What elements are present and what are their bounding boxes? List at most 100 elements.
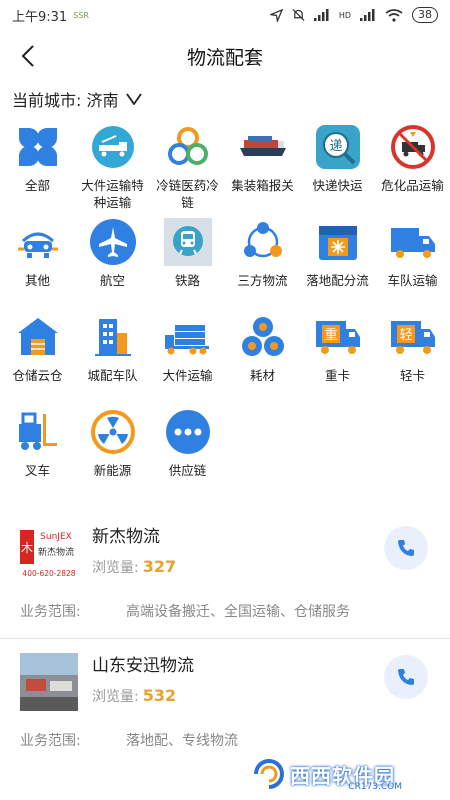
company-photo: [20, 653, 78, 711]
category-container[interactable]: 集装箱报关: [225, 120, 300, 215]
nav-bar: 物流配套: [0, 30, 450, 82]
call-button[interactable]: [384, 655, 428, 699]
more-dots-icon: [165, 410, 210, 454]
svg-text:轻: 轻: [399, 328, 412, 343]
category-heavy-truck[interactable]: 重 重卡: [300, 310, 375, 405]
category-light-truck[interactable]: 轻 轻卡: [375, 310, 450, 405]
category-express[interactable]: 递 快递快运: [300, 120, 375, 215]
views-number: 532: [142, 686, 177, 705]
city-building-icon: [94, 319, 131, 356]
status-time: 上午9:31: [12, 9, 68, 25]
views-label: 浏览量:: [92, 689, 139, 705]
phone-icon: [398, 540, 414, 556]
category-hazardous[interactable]: 危化品运输: [375, 120, 450, 215]
view-count: 浏览量: 327: [92, 557, 176, 577]
scope-text: 落地配、专线物流: [126, 733, 238, 749]
logo-phone: 400-620-2828: [22, 569, 75, 578]
category-all[interactable]: 全部: [0, 120, 75, 215]
svg-text:木: 木: [21, 541, 33, 555]
category-label: 快递快运: [312, 178, 363, 193]
radiation-icon: [90, 410, 135, 454]
view-count: 浏览量: 532: [92, 686, 194, 706]
city-selector[interactable]: 当前城市: 济南: [0, 82, 450, 116]
light-truck-qing-icon: 轻: [390, 321, 435, 354]
category-large-cargo[interactable]: 大件运输: [150, 310, 225, 405]
forklift-icon: [18, 412, 57, 450]
category-heavy-special[interactable]: 大件运输特种运输: [75, 120, 150, 215]
box-snowflake-icon: [318, 226, 357, 260]
category-label: 铁路: [174, 273, 200, 288]
category-aviation[interactable]: 航空: [75, 215, 150, 310]
category-label: 供应链: [168, 463, 207, 478]
hazardous-truck-icon: [390, 125, 435, 169]
airplane-icon: [89, 219, 136, 265]
page-title: 物流配套: [186, 46, 263, 69]
views-label: 浏览量:: [92, 560, 139, 576]
watermark: 西西软件园 CR173.COM: [252, 754, 432, 794]
company-card[interactable]: 山东安迅物流 浏览量: 532 业务范围: 落地配、专线物流: [0, 639, 450, 767]
category-label: 车队运输: [387, 273, 438, 288]
watermark-url: CR173.COM: [348, 782, 402, 792]
mute-bell-icon: [292, 9, 305, 21]
express-search-icon: 递: [315, 125, 360, 169]
back-arrow-icon: [21, 45, 34, 67]
logo-cn: 新杰物流: [38, 546, 74, 558]
category-label: 集装箱报关: [231, 178, 294, 193]
car-wrench-icon: [17, 232, 58, 258]
heavy-truck-icon: [91, 126, 134, 168]
category-label: 重卡: [324, 368, 350, 383]
category-label: 城配车队: [87, 368, 138, 383]
views-number: 327: [142, 557, 177, 576]
category-label: 仓储云仓: [12, 368, 63, 383]
location-icon: [269, 8, 283, 22]
hd-label: HD: [338, 10, 351, 20]
category-city-fleet[interactable]: 城配车队: [75, 310, 150, 405]
heavy-truck-zhong-icon: 重: [315, 321, 360, 354]
category-third-party[interactable]: 三方物流: [225, 215, 300, 310]
call-button[interactable]: [384, 526, 428, 570]
category-grid: 全部 大件运输特种运输 冷链医药冷链 集装箱报关 递 快递快运 危化品运输 其他…: [0, 116, 450, 500]
logo-brand: SunJEX: [40, 532, 72, 542]
category-new-energy[interactable]: 新能源: [75, 405, 150, 500]
category-supply-chain[interactable]: 供应链: [150, 405, 225, 500]
category-railway[interactable]: 铁路: [150, 215, 225, 310]
city-label: 当前城市: 济南: [12, 91, 119, 110]
network-nodes-icon: [243, 222, 282, 258]
category-label: 大件运输特种运输: [81, 178, 144, 210]
rolls-icon: [241, 317, 284, 356]
scope-text: 高端设备搬迁、全国运输、仓储服务: [126, 604, 350, 620]
train-icon: [163, 218, 212, 266]
company-logo: 木 SunJEX 新杰物流 400-620-2828: [20, 524, 78, 582]
truck-icon: [390, 228, 435, 258]
chevron-down-icon: [126, 93, 143, 105]
category-label: 三方物流: [237, 273, 288, 288]
large-cargo-truck-icon: [164, 325, 209, 355]
warehouse-icon: [17, 318, 58, 355]
category-fleet[interactable]: 车队运输: [375, 215, 450, 310]
svg-text:重: 重: [324, 327, 337, 343]
category-label: 叉车: [24, 463, 50, 478]
category-label: 耗材: [249, 368, 275, 383]
signal-icon-2: [360, 9, 375, 21]
category-consumables[interactable]: 耗材: [225, 310, 300, 405]
category-cold-chain[interactable]: 冷链医药冷链: [150, 120, 225, 215]
category-label: 轻卡: [399, 368, 425, 383]
category-forklift[interactable]: 叉车: [0, 405, 75, 500]
category-label: 大件运输: [162, 368, 213, 383]
category-label: 落地配分流: [306, 273, 369, 288]
category-warehouse[interactable]: 仓储云仓: [0, 310, 75, 405]
status-bar: 上午9:31 SSR HD 38: [0, 0, 450, 30]
watermark-logo-icon: [254, 759, 284, 789]
category-last-mile[interactable]: 落地配分流: [300, 215, 375, 310]
category-other[interactable]: 其他: [0, 215, 75, 310]
back-button[interactable]: [10, 38, 46, 74]
clover-icon: [18, 128, 57, 166]
business-scope: 业务范围: 高端设备搬迁、全国运输、仓储服务: [20, 600, 430, 638]
company-card[interactable]: 木 SunJEX 新杰物流 400-620-2828 新杰物流 浏览量: 327 …: [0, 510, 450, 639]
category-label: 冷链医药冷链: [156, 178, 219, 210]
category-label: 航空: [99, 273, 125, 288]
scope-label: 业务范围:: [20, 604, 81, 620]
signal-icon: [313, 9, 329, 21]
company-name: 新杰物流: [92, 527, 160, 547]
